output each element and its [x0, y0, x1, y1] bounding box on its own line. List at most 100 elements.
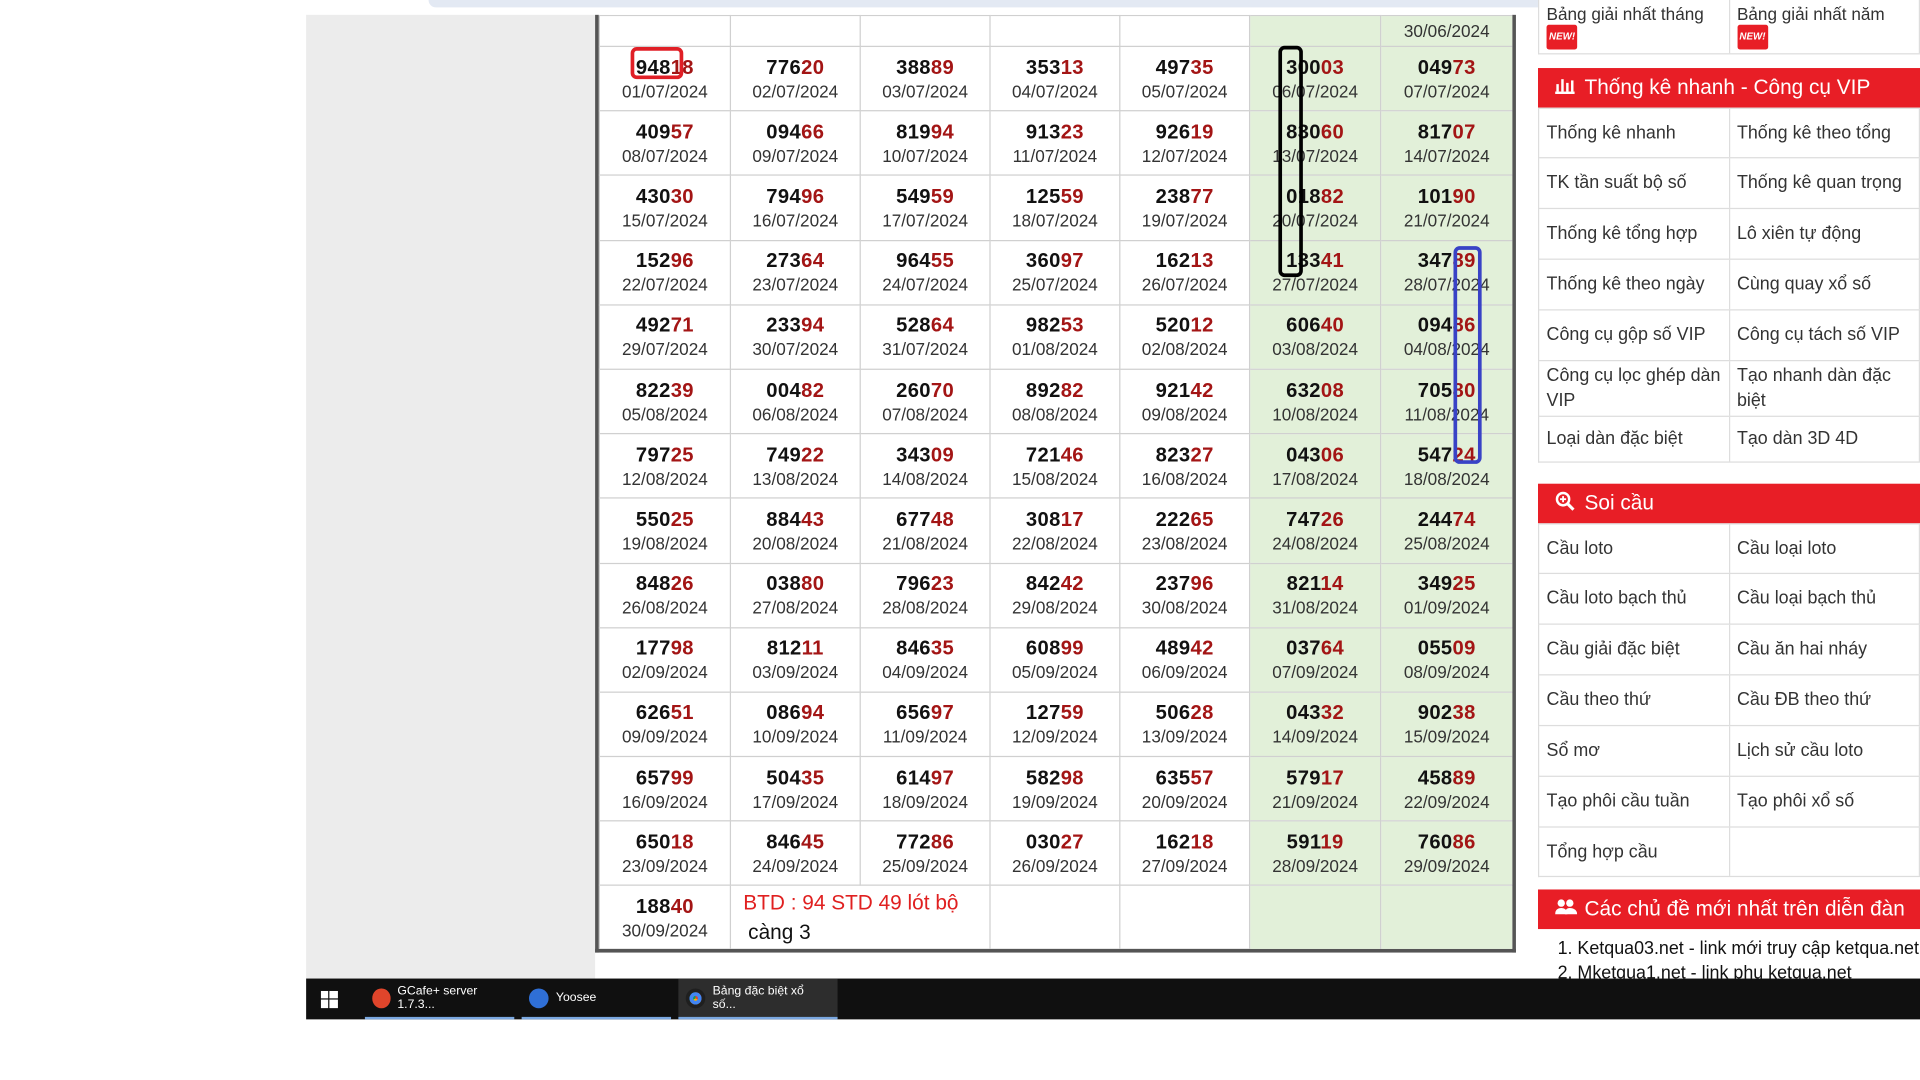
number-tail: 13: [1060, 56, 1084, 79]
number-head: 458: [1417, 766, 1453, 789]
taskbar-label: Yoosee: [555, 990, 597, 1005]
date-label: 01/08/2024: [1011, 339, 1098, 360]
sidebar-link[interactable]: Tạo phôi xổ số: [1730, 776, 1920, 827]
prize-number: 03027: [991, 830, 1118, 855]
number-tail: 43: [801, 508, 825, 531]
taskbar-label: GCafe+ server 1.7.3...: [397, 984, 478, 1012]
number-head: 913: [1025, 120, 1061, 144]
sidebar-link[interactable]: Công cụ gộp số VIP: [1539, 310, 1730, 360]
sidebar-link[interactable]: Công cụ lọc ghép dàn VIP: [1539, 361, 1730, 416]
date-label: 21/09/2024: [1272, 791, 1359, 812]
sidebar-link[interactable]: Cầu giải đặc biệt: [1539, 624, 1730, 675]
date-label: 22/09/2024: [1403, 791, 1490, 812]
sidebar-link[interactable]: TK tần suất bộ số: [1539, 158, 1730, 208]
date-label: 02/07/2024: [752, 81, 839, 101]
date-label: 29/09/2024: [1403, 855, 1490, 876]
calendar-cell: [598, 14, 732, 48]
calendar-cell: 04306 17/08/2024: [1248, 433, 1382, 499]
number-tail: 73: [1452, 56, 1476, 79]
sidebar-link[interactable]: Tạo dàn 3D 4D: [1730, 416, 1920, 462]
taskbar-item-chrome[interactable]: Bảng đặc biệt xổ số...: [678, 978, 838, 1020]
number-head: 884: [766, 508, 802, 531]
calendar-cell: 60899 05/09/2024: [989, 626, 1121, 693]
date-label: 22/07/2024: [621, 274, 708, 295]
date-label: 14/09/2024: [1272, 726, 1359, 747]
prize-number: 52012: [1121, 313, 1248, 338]
prize-number: 49271: [601, 313, 730, 338]
sidebar-link[interactable]: Tạo nhanh dàn đặc biệt: [1730, 361, 1920, 416]
sidebar-link[interactable]: Thống kê tổng hợp: [1539, 209, 1730, 259]
date-label: 17/07/2024: [882, 210, 969, 231]
number-head: 650: [635, 831, 671, 854]
number-tail: 86: [1452, 831, 1476, 854]
taskbar-item-gcafe[interactable]: GCafe+ server 1.7.3...: [364, 979, 515, 1020]
number-head: 043: [1286, 702, 1321, 725]
number-tail: 99: [670, 766, 694, 789]
number-head: 188: [635, 895, 671, 918]
date-label: 04/08/2024: [1403, 339, 1490, 360]
sidebar-link[interactable]: Lịch sử cầu loto: [1730, 726, 1920, 776]
sidebar-link[interactable]: Loại dàn đặc biệt: [1539, 416, 1730, 462]
number-head: 409: [635, 120, 671, 144]
sidebar-link[interactable]: Lô xiên tự động: [1730, 209, 1920, 259]
calendar-week-row: 62651 09/09/2024 08694 10/09/2024 65697 11/09…: [598, 691, 1513, 758]
calendar-cell: 76086 29/09/2024: [1380, 820, 1513, 887]
sidebar-link[interactable]: Cùng quay xổ số: [1730, 259, 1920, 310]
calendar-cell: 58298 19/09/2024: [989, 755, 1121, 822]
date-label: 06/08/2024: [752, 403, 839, 424]
link-monthly-first-prize[interactable]: Bảng giải nhất tháng NEW!: [1539, 0, 1730, 54]
sidebar-link[interactable]: Tổng hợp cầu: [1539, 827, 1730, 876]
forum-list: 1. Ketqua03.net - link mới truy cập ketq…: [1538, 929, 1920, 979]
date-label: 10/09/2024: [752, 726, 839, 747]
windows-start-button[interactable]: [306, 979, 353, 1020]
prize-number: 65799: [601, 765, 730, 790]
date-label: 18/09/2024: [882, 791, 969, 812]
prize-number: 61497: [861, 765, 988, 790]
sidebar-link[interactable]: Cầu loto: [1539, 524, 1730, 573]
calendar-week-row: 65018 23/09/2024 84645 24/09/2024 77286 25/09…: [598, 820, 1513, 887]
taskbar-item-yoosee[interactable]: Yoosee: [521, 979, 672, 1020]
number-head: 821: [1286, 572, 1321, 596]
number-head: 133: [1286, 250, 1321, 273]
sidebar-link[interactable]: Sổ mơ: [1539, 726, 1730, 776]
forum-header: Các chủ đề mới nhất trên diễn đàn: [1537, 889, 1920, 930]
prize-number: 82114: [1251, 572, 1380, 597]
sidebar-link[interactable]: Cầu theo thứ: [1539, 675, 1730, 725]
calendar-cell: [989, 885, 1121, 949]
number-tail: 94: [930, 120, 955, 144]
link-yearly-first-prize[interactable]: Bảng giải nhất năm NEW!: [1730, 0, 1920, 54]
sidebar-link[interactable]: Cầu loại loto: [1730, 524, 1920, 573]
users-icon: [1555, 898, 1578, 920]
number-tail: 80: [801, 572, 825, 596]
number-tail: 86: [930, 831, 955, 854]
sidebar-link[interactable]: Thống kê theo tổng: [1730, 108, 1920, 158]
forum-link[interactable]: 2. Mketqua1.net - link phụ ketqua.net: [1538, 961, 1920, 979]
sidebar-link[interactable]: Cầu ĐB theo thứ: [1730, 675, 1920, 725]
calendar-cell: 12759 12/09/2024: [989, 691, 1121, 758]
bar-chart-icon: [1555, 77, 1577, 99]
prize-number: 84826: [601, 572, 730, 597]
number-head: 492: [635, 314, 671, 337]
sidebar-link[interactable]: Cầu loto bạch thủ: [1539, 574, 1730, 624]
sidebar-link[interactable]: Công cụ tách số VIP: [1730, 310, 1920, 360]
forum-link[interactable]: 1. Ketqua03.net - link mới truy cập ketq…: [1538, 936, 1920, 961]
date-label: 17/08/2024: [1272, 468, 1359, 489]
date-label: 15/07/2024: [621, 210, 708, 231]
sidebar-link[interactable]: Tạo phôi cầu tuần: [1539, 776, 1730, 827]
date-label: 29/07/2024: [621, 339, 708, 360]
prize-number: 79725: [601, 443, 730, 468]
sidebar-link[interactable]: Thống kê nhanh: [1539, 108, 1730, 158]
sidebar-link[interactable]: Thống kê quan trọng: [1730, 158, 1920, 208]
calendar-cell: 81994 10/07/2024: [859, 110, 991, 177]
date-label: 22/08/2024: [1011, 533, 1098, 553]
number-head: 244: [1417, 508, 1453, 531]
calendar-cell: [1248, 885, 1382, 949]
date-label: 13/08/2024: [752, 468, 839, 489]
sidebar-link[interactable]: Cầu ăn hai nháy: [1730, 624, 1920, 675]
date-label: 10/08/2024: [1272, 403, 1359, 424]
sidebar-link[interactable]: Thống kê theo ngày: [1539, 259, 1730, 310]
number-tail: 89: [1452, 766, 1476, 789]
date-label: 17/09/2024: [752, 791, 839, 812]
sidebar-link[interactable]: Cầu loại bạch thủ: [1730, 574, 1920, 624]
prize-number: 62651: [601, 701, 730, 726]
